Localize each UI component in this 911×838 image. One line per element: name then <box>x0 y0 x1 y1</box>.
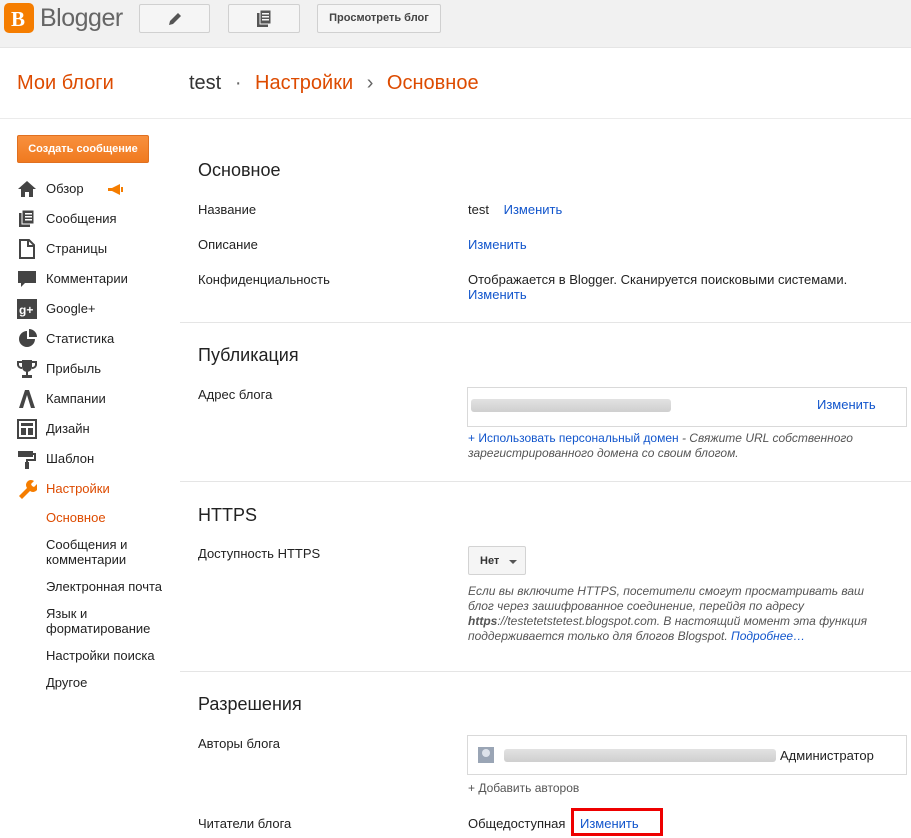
blog-address-box: Изменить <box>467 387 907 427</box>
sidebar-item-overview[interactable]: Обзор <box>17 179 177 199</box>
https-availability-label: Доступность HTTPS <box>198 546 321 561</box>
breadcrumb-current: Основное <box>386 72 479 94</box>
blurred-address <box>471 399 671 412</box>
logo-letter: B <box>11 7 26 31</box>
caret-down-icon <box>509 560 517 564</box>
custom-domain-text: + Использовать персональный домен - Свяж… <box>468 431 888 461</box>
sidebar-item-label: Страницы <box>46 241 108 256</box>
sidebar-item-label: Шаблон <box>46 451 95 466</box>
pencil-icon <box>168 12 181 25</box>
layout-icon <box>17 419 37 439</box>
section-title-basic: Основное <box>198 160 281 180</box>
sidebar-item-label: Комментарии <box>46 271 128 286</box>
sidebar-item-label: Прибыль <box>46 361 101 376</box>
blog-name-value: test <box>468 202 489 217</box>
breadcrumb-blog[interactable]: test <box>189 72 221 94</box>
https-help-part2: ://testetetstetest.blogspot.com. В насто… <box>468 614 868 643</box>
https-dropdown[interactable]: Нет <box>468 546 526 575</box>
adwords-icon <box>19 390 35 408</box>
sidebar-item-earnings[interactable]: Прибыль <box>17 359 177 379</box>
author-role: Администратор <box>780 748 874 763</box>
breadcrumb-arrow: › <box>366 72 374 94</box>
privacy-label: Конфиденциальность <box>198 272 330 287</box>
breadcrumb-dot: · <box>234 72 242 94</box>
view-blog-button[interactable]: Просмотреть блог <box>317 4 441 33</box>
logo-text[interactable]: Blogger <box>40 4 123 33</box>
section-divider <box>180 322 911 323</box>
megaphone-icon <box>108 184 123 195</box>
section-divider <box>180 481 911 482</box>
author-row: Администратор <box>467 735 907 775</box>
sidebar-item-posts[interactable]: Сообщения <box>17 209 177 229</box>
sidebar-item-stats[interactable]: Статистика <box>17 329 177 349</box>
description-label: Описание <box>198 237 258 252</box>
sidebar-sub-search[interactable]: Настройки поиска <box>46 648 176 663</box>
pages-icon <box>19 239 35 259</box>
blog-readers-label: Читатели блога <box>198 816 292 831</box>
readers-value: Общедоступная <box>468 816 566 831</box>
wrench-icon <box>19 480 37 499</box>
sidebar-sub-basic[interactable]: Основное <box>46 510 176 525</box>
trophy-icon <box>17 360 37 378</box>
header-divider <box>0 118 911 119</box>
edit-description-link[interactable]: Изменить <box>468 237 527 252</box>
blog-address-label: Адрес блога <box>198 387 273 402</box>
section-title-https: HTTPS <box>198 505 258 525</box>
https-help-text: Если вы включите HTTPS, посетители смогу… <box>468 584 888 644</box>
posts-list-button[interactable] <box>228 4 300 33</box>
posts-icon <box>19 209 35 227</box>
pie-chart-icon <box>19 329 37 347</box>
edit-name-link[interactable]: Изменить <box>504 202 563 217</box>
add-authors-link[interactable]: + Добавить авторов <box>468 781 579 796</box>
highlight-box <box>571 808 663 836</box>
my-blogs-link[interactable]: Мои блоги <box>17 72 114 95</box>
new-post-button[interactable] <box>139 4 210 33</box>
sidebar-item-pages[interactable]: Страницы <box>17 239 177 259</box>
avatar <box>478 747 494 763</box>
section-title-publishing: Публикация <box>198 345 299 365</box>
comment-icon <box>18 271 36 287</box>
sidebar-item-label: Google+ <box>46 301 96 316</box>
svg-text:g+: g+ <box>19 303 33 317</box>
home-icon <box>18 181 36 197</box>
section-divider <box>180 671 911 672</box>
create-post-button[interactable]: Создать сообщение <box>17 135 149 163</box>
sidebar-item-label: Дизайн <box>46 421 90 436</box>
edit-address-link[interactable]: Изменить <box>817 397 876 412</box>
top-bar: B Blogger Просмотреть блог <box>0 0 911 48</box>
breadcrumb: test · Настройки › Основное <box>189 72 479 95</box>
blog-authors-label: Авторы блога <box>198 736 281 751</box>
sidebar-item-comments[interactable]: Комментарии <box>17 269 177 289</box>
breadcrumb-settings[interactable]: Настройки <box>255 72 353 94</box>
sidebar-item-label: Сообщения <box>46 211 117 226</box>
sidebar-item-campaigns[interactable]: Кампании <box>17 389 177 409</box>
sidebar-sub-other[interactable]: Другое <box>46 675 176 690</box>
https-help-part1: Если вы включите HTTPS, посетители смогу… <box>468 584 864 613</box>
posts-icon <box>257 9 272 27</box>
sidebar-item-google-plus[interactable]: g+ Google+ <box>17 299 177 319</box>
custom-domain-link[interactable]: + Использовать персональный домен <box>468 431 679 445</box>
sidebar-sub-posts-comments[interactable]: Сообщения и комментарии <box>46 537 176 567</box>
blogger-logo-icon[interactable]: B <box>4 3 34 33</box>
sidebar-item-settings[interactable]: Настройки <box>17 479 177 499</box>
sidebar-item-template[interactable]: Шаблон <box>17 449 177 469</box>
https-selected-value: Нет <box>480 555 500 567</box>
sidebar-item-label: Обзор <box>46 181 84 196</box>
name-value-row: test Изменить <box>468 202 562 217</box>
google-plus-icon: g+ <box>17 299 37 319</box>
section-title-permissions: Разрешения <box>198 694 302 714</box>
edit-privacy-link[interactable]: Изменить <box>468 287 527 302</box>
sidebar-item-design[interactable]: Дизайн <box>17 419 177 439</box>
learn-more-link[interactable]: Подробнее… <box>731 629 805 643</box>
sidebar-item-label: Статистика <box>46 331 115 346</box>
sidebar-sub-email[interactable]: Электронная почта <box>46 579 176 594</box>
https-help-bold: https <box>468 614 498 628</box>
sidebar-sub-language[interactable]: Язык и форматирование <box>46 606 176 636</box>
privacy-value: Отображается в Blogger. Сканируется поис… <box>468 272 848 287</box>
sidebar-item-label: Настройки <box>46 481 110 496</box>
name-label: Название <box>198 202 257 217</box>
blurred-author-name <box>504 749 776 762</box>
sidebar-item-label: Кампании <box>46 391 106 406</box>
paint-roller-icon <box>18 451 36 469</box>
